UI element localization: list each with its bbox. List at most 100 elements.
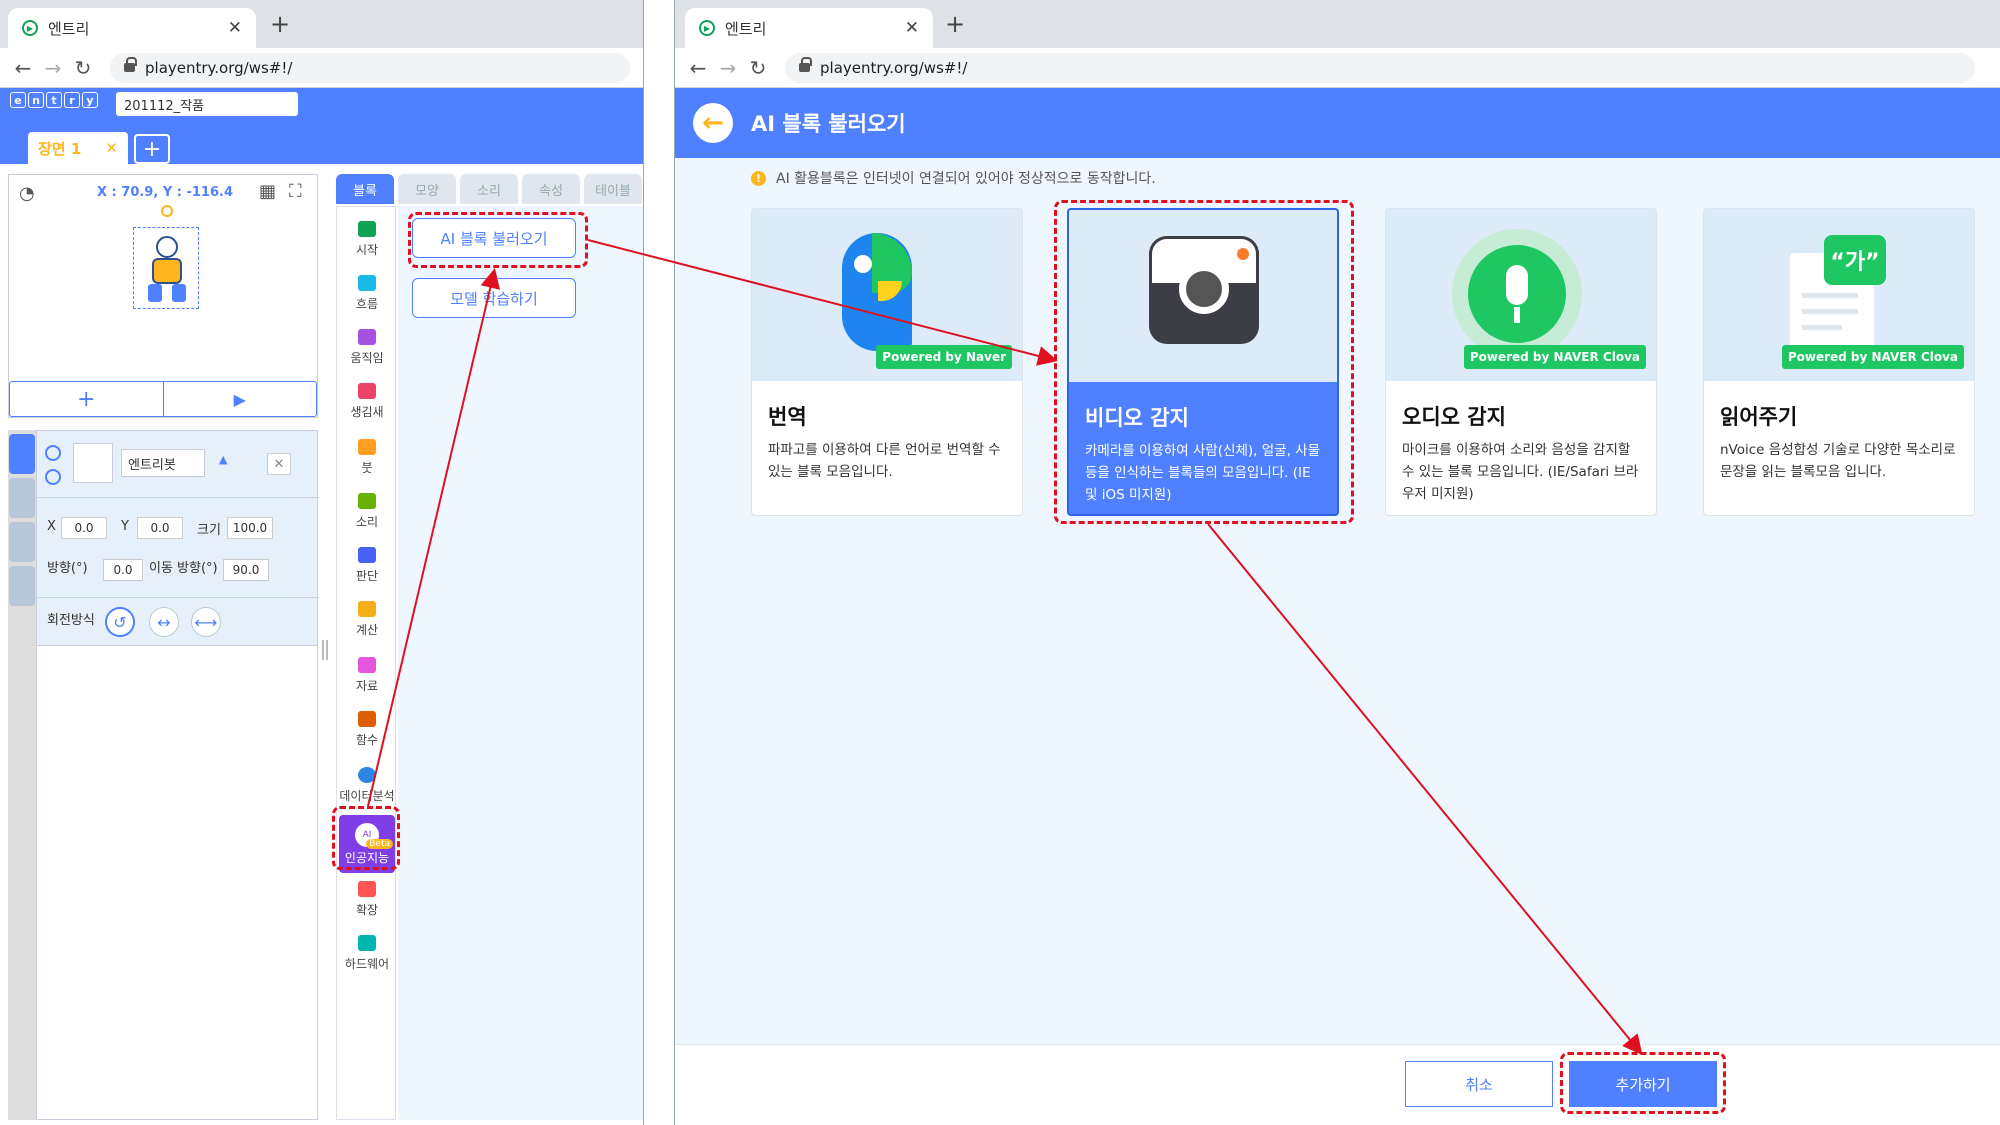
tab-properties[interactable]: 속성 — [522, 174, 580, 204]
x-input[interactable]: 0.0 — [61, 517, 107, 539]
stage-panel: ◔ X : 70.9, Y : -116.4 ▦ ⛶ + ▶ — [8, 174, 318, 418]
sprite-head — [156, 236, 178, 258]
card-description: 파파고를 이용하여 다른 언어로 번역할 수 있는 블록 모음입니다. — [768, 442, 1001, 480]
scene-close-icon[interactable]: ✕ — [105, 139, 118, 157]
flag-icon — [358, 221, 376, 237]
forward-icon[interactable]: → — [38, 56, 68, 80]
new-tab-icon[interactable]: + — [945, 10, 965, 38]
forward-icon[interactable]: → — [713, 56, 743, 80]
direction-input[interactable]: 0.0 — [103, 559, 143, 581]
logo-letter: t — [46, 92, 62, 108]
y-input[interactable]: 0.0 — [137, 517, 183, 539]
new-tab-icon[interactable]: + — [270, 10, 290, 38]
move-direction-input[interactable]: 90.0 — [223, 559, 269, 581]
category-calc[interactable]: 계산 — [337, 601, 397, 638]
expand-arrow-icon[interactable]: ▲ — [219, 453, 227, 466]
network-notice: ! AI 활용블록은 인터넷이 연결되어 있어야 정상적으로 동작합니다. — [751, 168, 1156, 188]
category-looks[interactable]: 생김새 — [337, 383, 397, 420]
category-flow[interactable]: 흐름 — [337, 275, 397, 312]
project-name-input[interactable]: 201112_작품 — [116, 92, 298, 116]
tab-tables[interactable]: 테이블 — [584, 174, 642, 204]
speaker-icon — [358, 493, 376, 509]
category-ai[interactable]: AI Beta 인공지능 — [339, 815, 395, 873]
tab-sounds[interactable]: 소리 — [460, 174, 518, 204]
load-ai-blocks-button[interactable]: AI 블록 불러오기 — [412, 218, 576, 258]
mic-capsule — [1506, 265, 1528, 305]
card-image: Powered by NAVER Clova — [1386, 209, 1656, 381]
address-bar[interactable]: playentry.org/ws#!/ — [110, 52, 630, 83]
x-label: X — [47, 519, 56, 534]
run-button[interactable]: ▶ — [162, 382, 317, 416]
card-translate[interactable]: Powered by Naver 번역 파파고를 이용하여 다른 언어로 번역할… — [751, 208, 1023, 516]
entry-favicon-icon: ▶ — [22, 20, 38, 36]
back-arrow-icon[interactable]: ← — [693, 103, 733, 143]
rotate-horizontal-icon[interactable]: ↔ — [149, 607, 179, 637]
rotate-none-icon[interactable]: ⟷ — [191, 607, 221, 637]
block-palette: AI 블록 불러오기 모델 학습하기 — [398, 206, 643, 1120]
category-judgement[interactable]: 판단 — [337, 547, 397, 584]
lock-object-icon[interactable] — [45, 469, 61, 485]
logo-letter: r — [64, 92, 80, 108]
card-audio-detection[interactable]: Powered by NAVER Clova 오디오 감지 마이크를 이용하여 … — [1385, 208, 1657, 516]
card-read-aloud[interactable]: “가” Powered by NAVER Clova 읽어주기 nVoice 음… — [1703, 208, 1975, 516]
back-icon[interactable]: ← — [8, 56, 38, 80]
category-label: 하드웨어 — [344, 957, 390, 971]
category-data-analysis[interactable]: 데이터분석 — [337, 767, 397, 804]
category-sound[interactable]: 소리 — [337, 493, 397, 530]
category-function[interactable]: 함수 — [337, 711, 397, 748]
back-icon[interactable]: ← — [683, 56, 713, 80]
warning-icon: ! — [751, 170, 766, 186]
notice-text: AI 활용블록은 인터넷이 연결되어 있어야 정상적으로 동작합니다. — [776, 171, 1156, 187]
size-input[interactable]: 100.0 — [227, 517, 273, 539]
help-tab-icon[interactable] — [9, 478, 35, 518]
browser-tab[interactable]: ▶ 엔트리 ✕ — [685, 8, 933, 48]
category-label: 붓 — [361, 461, 373, 475]
console-tab-icon[interactable] — [9, 522, 35, 562]
ai-dialog-body: ! AI 활용블록은 인터넷이 연결되어 있어야 정상적으로 동작합니다. Po… — [675, 158, 2000, 1044]
visibility-eye-icon[interactable] — [45, 445, 61, 461]
grid-icon[interactable]: ▦ — [259, 181, 276, 202]
add-button[interactable]: 추가하기 — [1569, 1061, 1717, 1107]
category-brush[interactable]: 붓 — [337, 439, 397, 476]
close-tab-icon[interactable]: ✕ — [905, 18, 919, 38]
close-tab-icon[interactable]: ✕ — [228, 18, 242, 38]
delete-object-icon[interactable]: ✕ — [267, 453, 291, 475]
object-name-input[interactable]: 엔트리봇 — [121, 449, 205, 477]
reload-icon[interactable]: ↻ — [743, 56, 773, 80]
card-video-detection[interactable]: 비디오 감지 카메라를 이용하여 사람(신체), 얼굴, 사물 등을 인식하는 … — [1067, 208, 1339, 516]
entrybot-sprite[interactable] — [133, 227, 199, 309]
category-data[interactable]: 자료 — [337, 657, 397, 694]
object-thumbnail[interactable] — [73, 443, 113, 483]
fullscreen-icon[interactable]: ⛶ — [289, 181, 302, 202]
rotate-free-icon[interactable]: ↺ — [105, 607, 135, 637]
entry-logo[interactable]: e n t r y — [10, 92, 98, 108]
category-label: 자료 — [355, 679, 379, 693]
doc-line — [1802, 309, 1858, 314]
reload-icon[interactable]: ↻ — [68, 56, 98, 80]
speed-gauge-icon[interactable]: ◔ — [19, 183, 35, 204]
y-label: Y — [121, 519, 129, 534]
scene-tab[interactable]: 장면 1 ✕ — [28, 132, 128, 164]
train-model-button[interactable]: 모델 학습하기 — [412, 278, 576, 318]
category-start[interactable]: 시작 — [337, 221, 397, 258]
camera-lens — [1179, 264, 1229, 314]
category-extension[interactable]: 확장 — [337, 881, 397, 918]
rotate-handle-icon[interactable] — [161, 205, 173, 217]
hardware-tab-icon[interactable] — [9, 566, 35, 606]
tab-blocks[interactable]: 블록 — [336, 174, 394, 204]
size-label: 크기 — [197, 523, 221, 538]
sprite-body — [152, 258, 182, 284]
address-bar[interactable]: playentry.org/ws#!/ — [785, 52, 1975, 83]
object-tab-icon[interactable] — [9, 434, 35, 474]
browser-tab[interactable]: ▶ 엔트리 ✕ — [8, 8, 256, 48]
category-motion[interactable]: 움직임 — [337, 329, 397, 366]
category-hardware[interactable]: 하드웨어 — [337, 935, 397, 972]
cancel-button[interactable]: 취소 — [1405, 1061, 1553, 1107]
rotation-label: 회전방식 — [47, 613, 95, 628]
resize-handle[interactable] — [322, 640, 328, 660]
add-object-button[interactable]: + — [10, 382, 163, 416]
block-tab-row: 블록 모양 소리 속성 테이블 — [336, 174, 642, 204]
object-panel: 엔트리봇 ▲ ✕ X 0.0 Y 0.0 크기 100.0 방향(°) 0.0 … — [36, 430, 319, 646]
tab-shapes[interactable]: 모양 — [398, 174, 456, 204]
add-scene-button[interactable]: + — [134, 134, 170, 164]
